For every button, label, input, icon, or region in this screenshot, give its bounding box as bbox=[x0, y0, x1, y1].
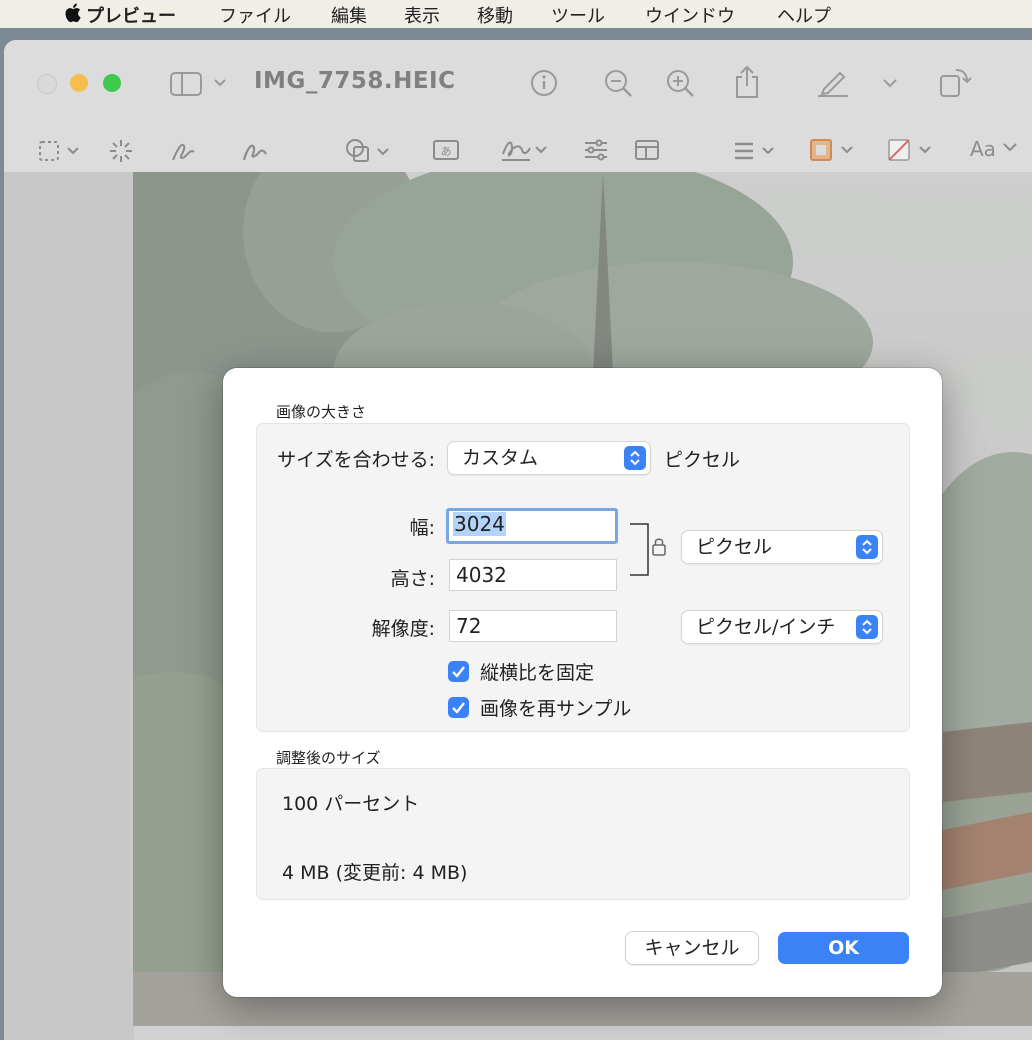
dimension-unit-value: ピクセル bbox=[696, 536, 773, 558]
menu-help[interactable]: ヘルプ bbox=[777, 2, 831, 28]
left-gutter bbox=[4, 172, 134, 1040]
ok-button[interactable]: OK bbox=[778, 932, 909, 964]
menu-bar: プレビュー ファイル 編集 表示 移動 ツール ウインドウ ヘルプ bbox=[0, 0, 1032, 28]
share-icon[interactable] bbox=[733, 65, 761, 99]
title-bar: IMG_7758.HEIC bbox=[4, 40, 1032, 129]
menu-window[interactable]: ウインドウ bbox=[645, 2, 735, 28]
sidebar-toggle-icon[interactable] bbox=[170, 71, 230, 97]
menu-edit[interactable]: 編集 bbox=[331, 2, 367, 28]
lock-icon[interactable] bbox=[651, 535, 667, 557]
resolution-unit-value: ピクセル/インチ bbox=[696, 616, 836, 638]
resample-image-label: 画像を再サンプル bbox=[480, 698, 632, 720]
menu-file[interactable]: ファイル bbox=[219, 2, 291, 28]
menu-app-name[interactable]: プレビュー bbox=[86, 2, 176, 28]
sign-tool-icon[interactable] bbox=[500, 136, 552, 164]
height-value: 4032 bbox=[456, 563, 507, 587]
shapes-tool-icon[interactable] bbox=[345, 138, 395, 164]
menu-go[interactable]: 移動 bbox=[477, 2, 513, 28]
popup-stepper-icon bbox=[856, 615, 878, 639]
minimize-button[interactable] bbox=[70, 74, 88, 92]
window-title: IMG_7758.HEIC bbox=[254, 68, 456, 94]
resulting-size-section-label: 調整後のサイズ bbox=[276, 749, 381, 767]
sketch-tool-icon[interactable] bbox=[170, 138, 198, 164]
dimension-unit-popup[interactable]: ピクセル bbox=[682, 531, 882, 563]
text-style-chevron-icon[interactable] bbox=[1002, 141, 1018, 153]
fit-into-value: カスタム bbox=[462, 447, 539, 469]
checkmark-icon[interactable] bbox=[448, 661, 469, 682]
fit-into-label: サイズを合わせる: bbox=[277, 449, 435, 471]
resolution-value: 72 bbox=[456, 614, 482, 638]
markup-chevron-icon[interactable] bbox=[882, 77, 898, 89]
checkmark-icon[interactable] bbox=[448, 697, 469, 718]
adjust-size-dialog: 画像の大きさ サイズを合わせる: カスタム ピクセル 幅: 3024 高さ: 4… bbox=[223, 368, 942, 997]
resolution-unit-popup[interactable]: ピクセル/インチ bbox=[682, 611, 882, 643]
svg-text:あ: あ bbox=[441, 145, 452, 158]
fit-into-unit: ピクセル bbox=[664, 449, 741, 471]
fill-color-icon[interactable] bbox=[886, 138, 938, 162]
height-field[interactable]: 4032 bbox=[449, 559, 617, 591]
menu-tools[interactable]: ツール bbox=[551, 2, 605, 28]
height-label: 高さ: bbox=[390, 568, 435, 590]
cancel-button[interactable]: キャンセル bbox=[626, 932, 758, 964]
width-field[interactable]: 3024 bbox=[446, 508, 618, 544]
instant-alpha-icon[interactable] bbox=[108, 138, 134, 164]
width-label: 幅: bbox=[409, 517, 435, 539]
scale-proportionally-label: 縦横比を固定 bbox=[480, 662, 595, 684]
image-size-section-label: 画像の大きさ bbox=[276, 403, 367, 421]
close-button[interactable] bbox=[37, 74, 57, 94]
text-tool-icon[interactable]: あ bbox=[432, 138, 460, 162]
info-icon[interactable] bbox=[530, 69, 558, 97]
scale-proportionally-checkbox[interactable]: 縦横比を固定 bbox=[448, 658, 594, 685]
shape-style-icon[interactable] bbox=[733, 140, 781, 162]
draw-tool-icon[interactable] bbox=[241, 138, 269, 164]
text-style-button[interactable]: Aa bbox=[970, 137, 996, 161]
popup-stepper-icon bbox=[624, 446, 646, 470]
fit-into-popup[interactable]: カスタム bbox=[448, 442, 650, 474]
border-color-icon[interactable] bbox=[808, 138, 860, 162]
menu-view[interactable]: 表示 bbox=[404, 2, 440, 28]
rotate-icon[interactable] bbox=[938, 67, 972, 99]
popup-stepper-icon bbox=[856, 535, 878, 559]
zoom-in-icon[interactable] bbox=[666, 69, 696, 99]
resample-image-checkbox[interactable]: 画像を再サンプル bbox=[448, 694, 631, 721]
markup-pen-icon[interactable] bbox=[816, 67, 850, 97]
filesize-text: 4 MB (変更前: 4 MB) bbox=[282, 862, 468, 884]
selection-tool-icon[interactable] bbox=[38, 140, 86, 162]
zoom-button[interactable] bbox=[103, 74, 121, 92]
markup-toolbar: あ Aa bbox=[4, 128, 1032, 173]
width-value: 3024 bbox=[453, 512, 506, 536]
percent-text: 100 パーセント bbox=[282, 793, 420, 815]
adjust-color-icon[interactable] bbox=[583, 138, 609, 162]
resolution-label: 解像度: bbox=[371, 618, 435, 640]
adjust-size-icon[interactable] bbox=[634, 138, 660, 162]
apple-menu-icon[interactable] bbox=[61, 2, 87, 24]
zoom-out-icon[interactable] bbox=[604, 69, 634, 99]
resolution-field[interactable]: 72 bbox=[449, 610, 617, 642]
